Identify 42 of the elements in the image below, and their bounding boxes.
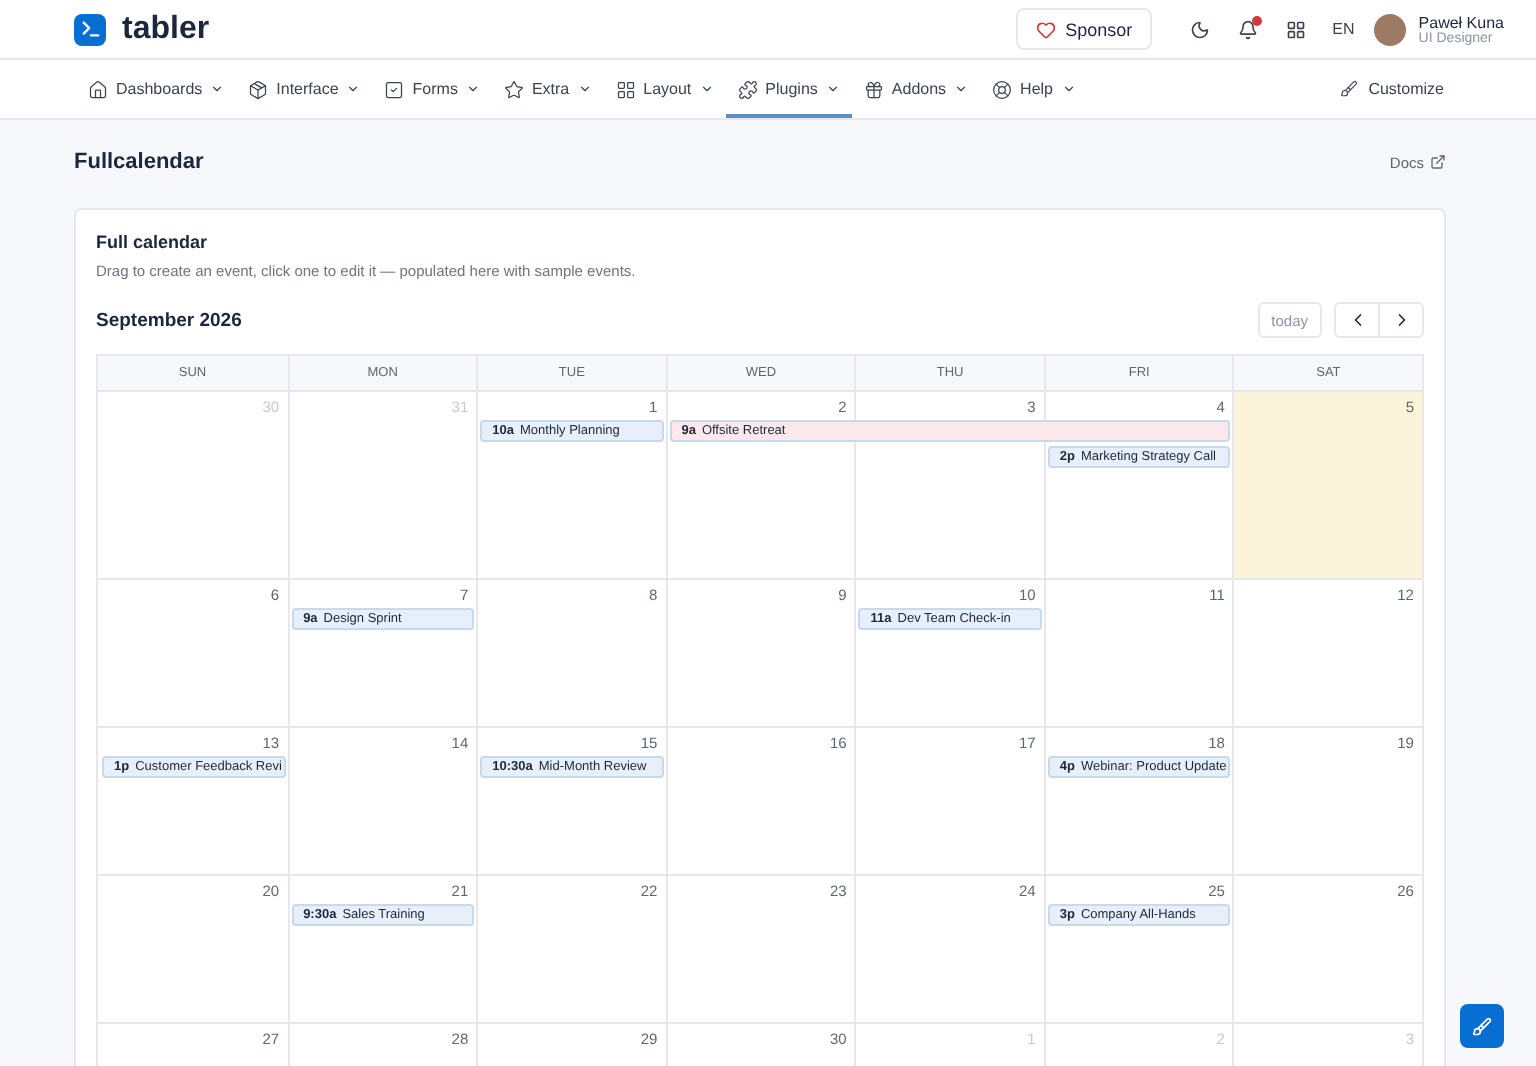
caret-icon bbox=[699, 82, 714, 96]
caret-icon bbox=[1061, 82, 1075, 96]
external-link-icon bbox=[1430, 154, 1446, 170]
check-icon bbox=[384, 79, 405, 99]
card-title: Full calendar bbox=[96, 232, 210, 252]
caret-icon bbox=[210, 82, 225, 96]
sponsor-button[interactable]: Sponsor bbox=[1015, 8, 1153, 50]
caret-icon bbox=[954, 82, 969, 96]
nav-tab[interactable]: Forms bbox=[372, 60, 492, 118]
nav-tab[interactable]: Layout bbox=[603, 60, 726, 118]
theme-settings-button[interactable] bbox=[1460, 1004, 1504, 1048]
puzzle-icon bbox=[737, 79, 758, 99]
nav-tab[interactable]: Help bbox=[980, 60, 1087, 118]
heart-icon bbox=[1035, 19, 1056, 39]
star-icon bbox=[503, 79, 524, 99]
caret-icon bbox=[577, 82, 592, 96]
user-name: Paweł Kuna bbox=[1418, 13, 1504, 31]
nav-tab[interactable]: Extra bbox=[491, 60, 604, 118]
apps-grid-icon[interactable] bbox=[1286, 19, 1307, 39]
language-link[interactable]: EN bbox=[1332, 20, 1355, 38]
customize-link[interactable]: Customize bbox=[1340, 60, 1444, 118]
grid-icon bbox=[615, 79, 636, 99]
home-icon bbox=[88, 79, 108, 99]
page-title: Fullcalendar bbox=[74, 150, 204, 174]
nav-tab[interactable]: Interface bbox=[236, 60, 373, 118]
nav-tab[interactable]: Dashboards bbox=[76, 60, 237, 118]
caret-icon bbox=[825, 82, 840, 96]
nav-tab[interactable]: Plugins bbox=[725, 60, 852, 118]
gift-icon bbox=[863, 79, 884, 99]
brush-icon bbox=[1472, 1015, 1492, 1037]
nav-tab[interactable]: Addons bbox=[851, 60, 981, 118]
logo-icon[interactable] bbox=[74, 13, 106, 45]
caret-icon bbox=[346, 82, 361, 96]
lifebuoy-icon bbox=[992, 79, 1013, 99]
brush-icon bbox=[1340, 80, 1359, 98]
bell-icon[interactable] bbox=[1238, 19, 1259, 39]
avatar[interactable] bbox=[1374, 13, 1407, 45]
caret-icon bbox=[465, 82, 480, 96]
package-icon bbox=[248, 79, 269, 99]
moon-icon[interactable] bbox=[1190, 19, 1211, 39]
brand-name: tabler bbox=[122, 11, 210, 47]
month-title: September 2026 bbox=[96, 309, 242, 331]
